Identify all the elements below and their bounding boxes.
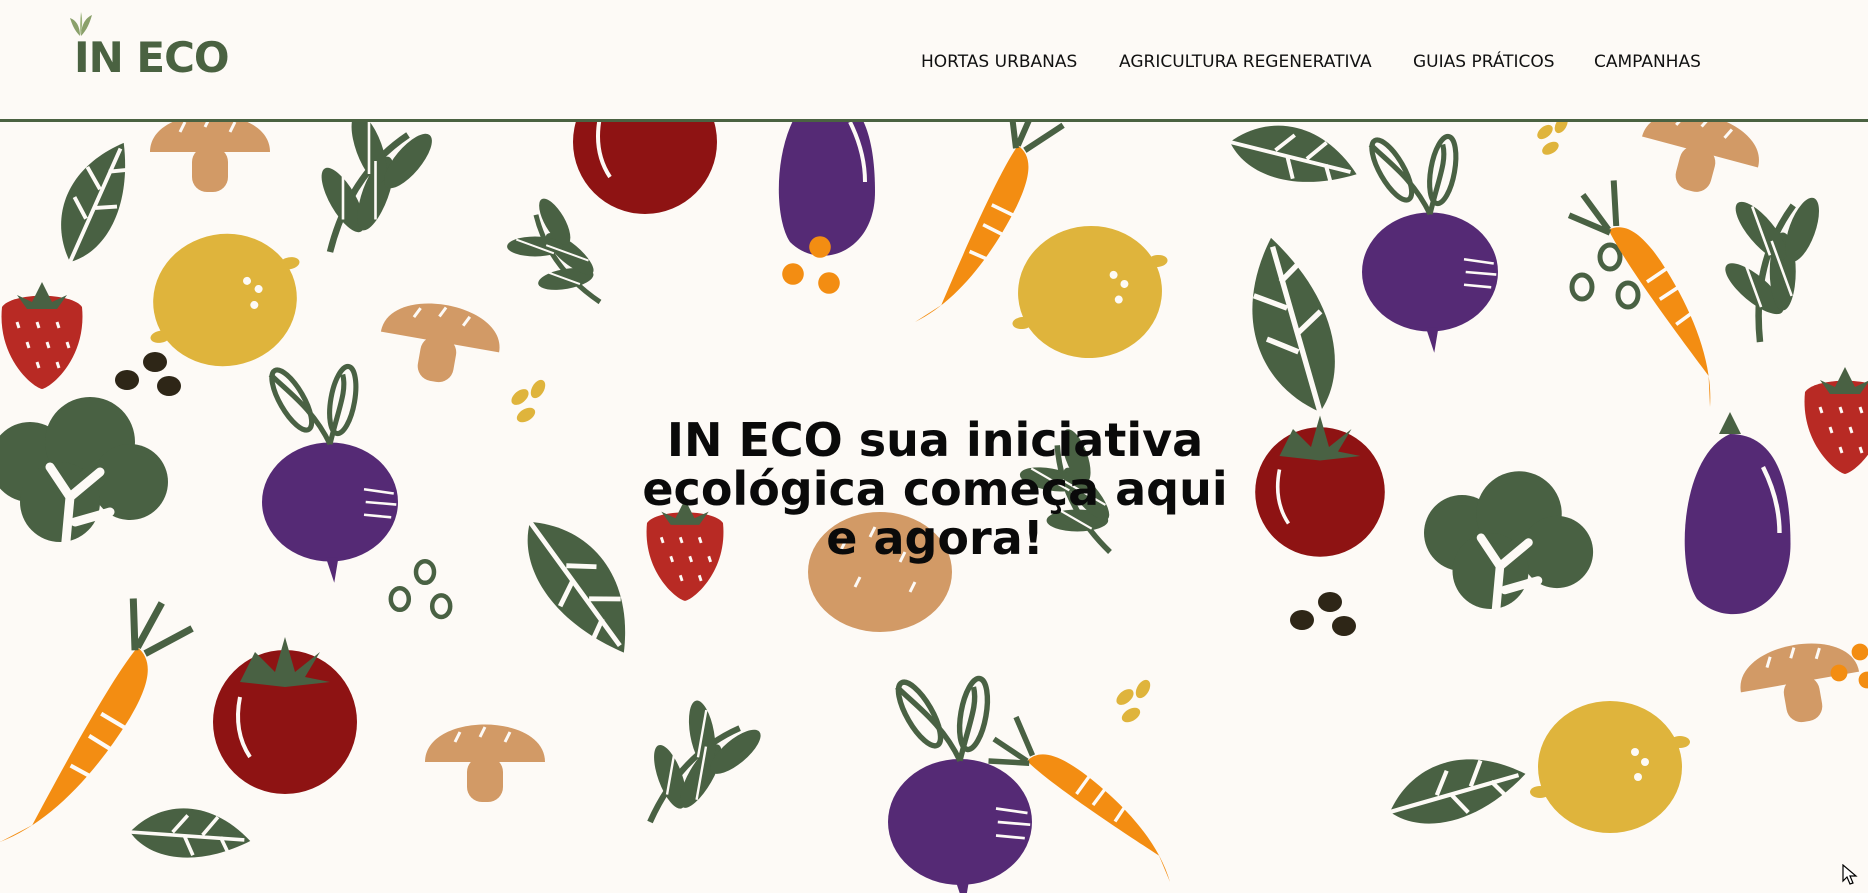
nav-item-hortas-urbanas[interactable]: HORTAS URBANAS xyxy=(921,52,1077,72)
hero-headline-line-1: IN ECO sua iniciativa xyxy=(666,413,1204,467)
mouse-cursor-icon xyxy=(1842,864,1858,885)
nav-item-campanhas[interactable]: CAMPANHAS xyxy=(1594,52,1701,72)
nav-item-guias-praticos[interactable]: GUIAS PRÁTICOS xyxy=(1413,52,1555,72)
main-nav: HORTAS URBANAS AGRICULTURA REGENERATIVA … xyxy=(0,52,1868,80)
nav-item-agricultura-regenerativa[interactable]: AGRICULTURA REGENERATIVA xyxy=(1119,52,1372,72)
hero-headline-line-2: ecológica começa aqui xyxy=(642,462,1228,516)
hero-headline: IN ECO sua iniciativa ecológica começa a… xyxy=(600,416,1270,563)
hero-headline-line-3: e agora! xyxy=(826,511,1044,565)
hero-section: IN ECO sua iniciativa ecológica começa a… xyxy=(0,122,1868,893)
site-header: IN ECO HORTAS URBANAS AGRICULTURA REGENE… xyxy=(0,0,1868,122)
